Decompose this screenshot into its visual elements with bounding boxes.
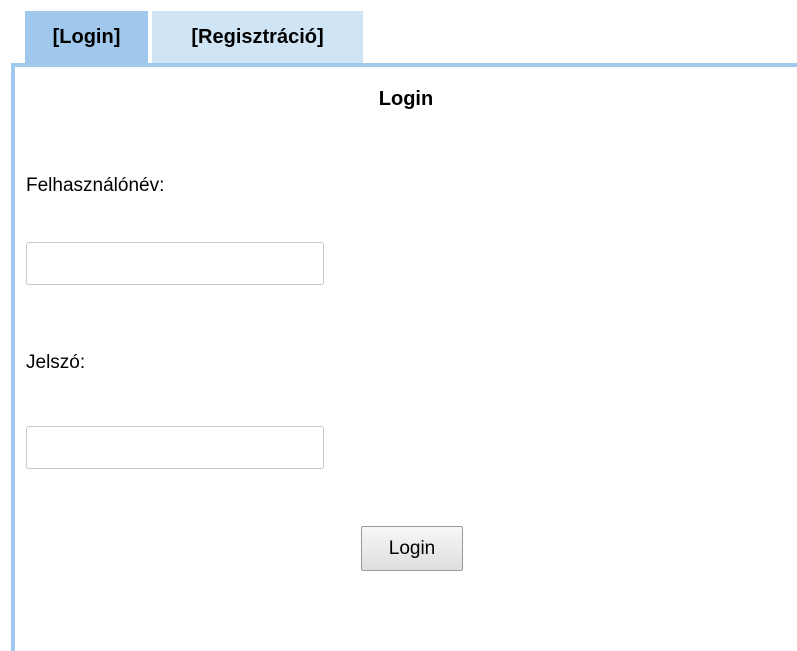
username-input[interactable]	[26, 242, 324, 285]
login-button[interactable]: Login	[361, 526, 463, 571]
panel-title: Login	[378, 88, 434, 110]
login-panel: Login Felhasználónév: Jelszó: Login	[11, 63, 797, 651]
password-label: Jelszó:	[26, 352, 86, 373]
password-input[interactable]	[26, 426, 324, 469]
tab-registration[interactable]: [Regisztráció]	[152, 11, 363, 63]
login-page: [Login] [Regisztráció] Login Felhasználó…	[0, 0, 797, 651]
tab-login[interactable]: [Login]	[25, 11, 148, 63]
tab-bar: [Login] [Regisztráció]	[25, 11, 363, 63]
username-label: Felhasználónév:	[26, 175, 165, 196]
